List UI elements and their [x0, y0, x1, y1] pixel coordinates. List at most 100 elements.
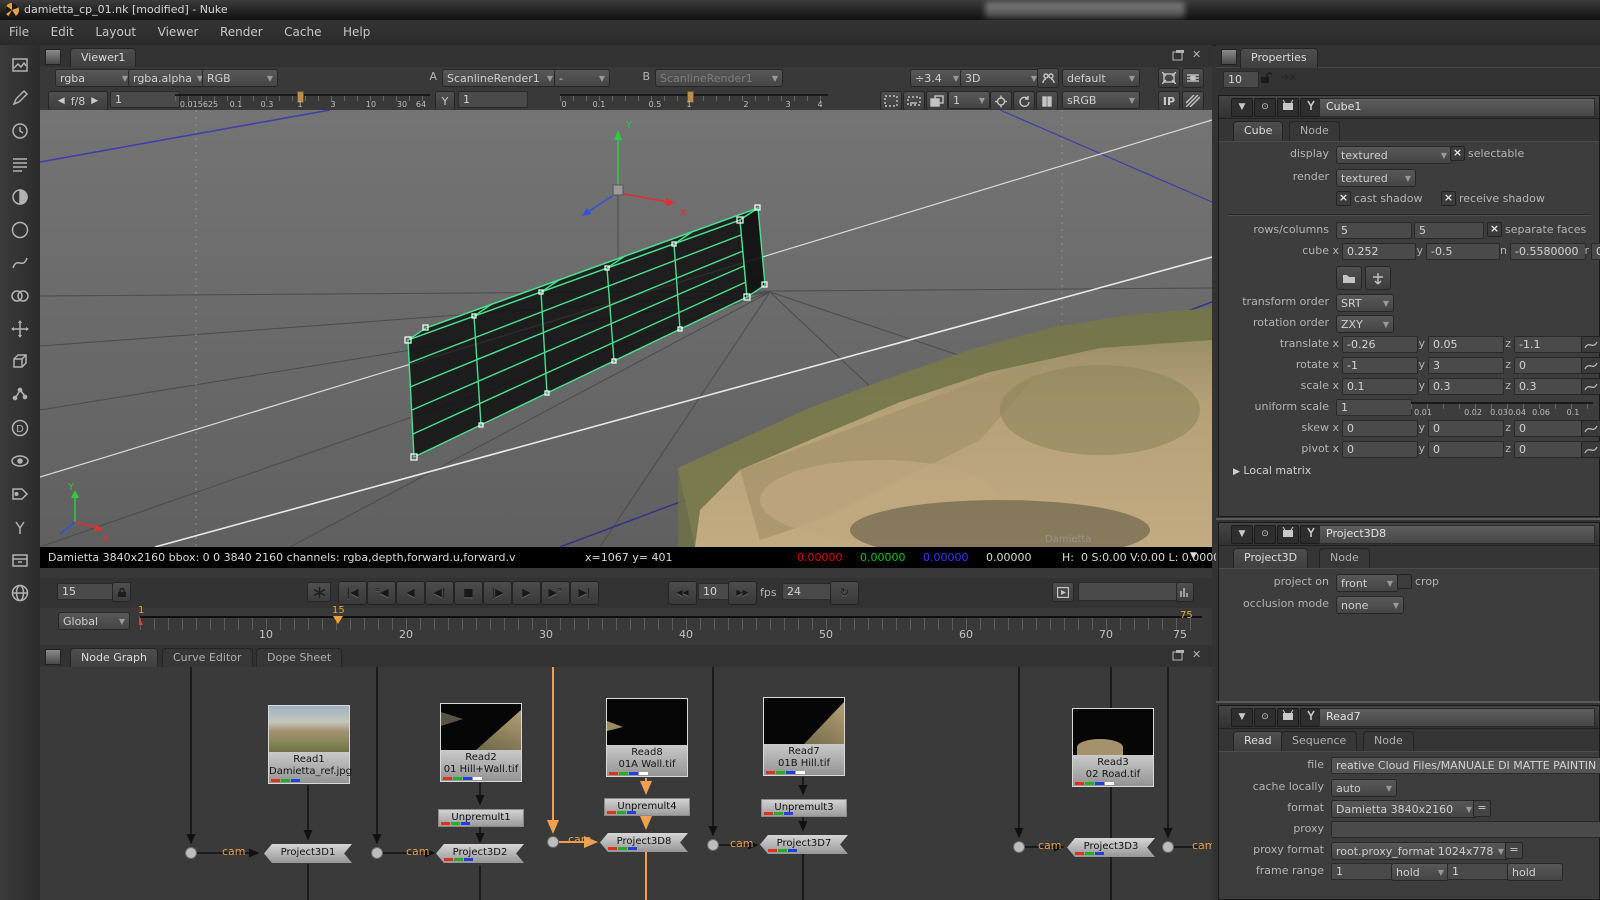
cube-r-field[interactable]: 0.: [1591, 243, 1600, 260]
rotate-z-field[interactable]: 0: [1514, 357, 1586, 374]
menu-edit[interactable]: Edit: [42, 20, 83, 39]
tab-properties[interactable]: Properties: [1240, 48, 1318, 68]
tab-node[interactable]: Node: [1319, 548, 1370, 568]
goto-end-button[interactable]: ▶|: [570, 581, 599, 605]
node-project3d8[interactable]: Project3D8: [600, 833, 688, 852]
pause-icon[interactable]: [1036, 91, 1058, 111]
uniform-scale-slider[interactable]: 0.01 0.02 0.03 0.04 0.06 0.1: [1411, 399, 1593, 415]
zoom-level-dropdown[interactable]: ÷3.4▼: [910, 69, 964, 87]
uniform-scale-field[interactable]: 1: [1336, 399, 1412, 416]
update-gear-icon[interactable]: [990, 91, 1012, 111]
close-panel-icon[interactable]: ✕: [1192, 648, 1201, 661]
folder-icon[interactable]: [1336, 266, 1362, 290]
merge-icon[interactable]: [6, 282, 34, 309]
archive-icon[interactable]: [6, 546, 34, 573]
metadata-icon[interactable]: [6, 480, 34, 507]
views-icon[interactable]: [6, 447, 34, 474]
file-path-field[interactable]: reative Cloud Files/MANUALE DI MATTE PAI…: [1331, 757, 1600, 774]
time-icon[interactable]: [6, 117, 34, 144]
nodegraph-canvas[interactable]: cam cam cam cam cam cam Read1Damietta_re…: [40, 667, 1212, 900]
deep-icon[interactable]: D: [6, 414, 34, 441]
scale-y-field[interactable]: 0.3: [1428, 378, 1504, 395]
panel-menu-icon[interactable]: [45, 649, 61, 665]
local-matrix-row[interactable]: ▶ Local matrix: [1219, 460, 1599, 481]
tab-node[interactable]: Node: [1289, 121, 1340, 141]
tab-node-graph[interactable]: Node Graph: [70, 648, 158, 668]
input-b-dropdown[interactable]: ScanlineRender1▼: [655, 69, 783, 87]
rotate-x-field[interactable]: -1: [1342, 357, 1418, 374]
view-mode-dropdown[interactable]: 3D▼: [960, 69, 1042, 87]
menu-help[interactable]: Help: [334, 20, 379, 39]
gain-field[interactable]: 1: [110, 91, 180, 108]
lock-range-icon[interactable]: [112, 582, 131, 602]
range-end-field[interactable]: 1: [1447, 863, 1509, 880]
node-project3d3[interactable]: Project3D3: [1067, 838, 1155, 857]
wipe-dropdown[interactable]: -▼: [554, 69, 610, 87]
render-dropdown[interactable]: textured▼: [1336, 169, 1416, 187]
keyer-icon[interactable]: [6, 249, 34, 276]
node-read2[interactable]: Read201 Hill+Wall.tif: [440, 703, 522, 782]
cube-y-field[interactable]: -0.5: [1426, 243, 1500, 260]
format-match-button[interactable]: =: [1473, 800, 1491, 817]
playhead-marker[interactable]: [333, 616, 343, 624]
viewer-lut-lock-dropdown[interactable]: default▼: [1062, 69, 1140, 87]
status-dropdown-icon[interactable]: ▼: [1190, 551, 1197, 561]
node-name-field[interactable]: Project3D8: [1319, 525, 1595, 544]
gamma-slider[interactable]: 0 0.1 0.5 1 2 3 4: [560, 91, 828, 107]
range-start-field[interactable]: 1: [1331, 863, 1393, 880]
skew-x-field[interactable]: 0: [1342, 420, 1418, 437]
separate-faces-checkbox[interactable]: ×: [1487, 222, 1502, 237]
step-back-button[interactable]: ◀|: [425, 581, 454, 605]
layer-dropdown[interactable]: rgba▼: [55, 69, 133, 87]
color-icon[interactable]: [6, 183, 34, 210]
fstop-control[interactable]: ◀f/8▶: [48, 91, 108, 111]
node-unpremult3[interactable]: Unpremult3: [761, 799, 847, 817]
tab-project3d[interactable]: Project3D: [1233, 548, 1308, 568]
panel-menu-icon[interactable]: [45, 49, 61, 65]
roi-marquee-icon[interactable]: [880, 91, 902, 111]
unlock-icon[interactable]: [1260, 71, 1272, 87]
display-dropdown[interactable]: textured▼: [1336, 146, 1452, 164]
stereo-camera-icon[interactable]: [1037, 68, 1059, 88]
selectable-checkbox[interactable]: ×: [1450, 146, 1465, 161]
close-all-panels-icon[interactable]: [1280, 71, 1296, 86]
fps-field[interactable]: 24: [782, 583, 832, 600]
viewport-3d[interactable]: Damietta: [40, 110, 1212, 547]
scale-x-field[interactable]: 0.1: [1342, 378, 1418, 395]
channel-display-dropdown[interactable]: RGB▼: [202, 69, 278, 87]
menu-layout[interactable]: Layout: [86, 20, 145, 39]
gamma-toggle[interactable]: Y: [435, 91, 455, 111]
pivot-y-field[interactable]: 0: [1428, 441, 1504, 458]
render-flipbook-icon[interactable]: [1052, 582, 1074, 602]
collapse-icon[interactable]: ▼: [1231, 525, 1253, 544]
tab-cube[interactable]: Cube: [1233, 121, 1283, 141]
proxy-field[interactable]: [1331, 821, 1600, 838]
collapse-icon[interactable]: ▼: [1231, 708, 1253, 727]
menu-viewer[interactable]: Viewer: [149, 20, 208, 39]
monitor-icon[interactable]: [1277, 98, 1299, 117]
node-read1[interactable]: Read1Damietta_ref.jpg: [268, 705, 350, 784]
prev-keyframe-button[interactable]: °◀: [367, 581, 396, 605]
proxy-format-dropdown[interactable]: root.proxy_format 1024x778▼: [1331, 842, 1509, 860]
loop-mode-button[interactable]: ↻: [830, 581, 859, 605]
animation-curve-icon[interactable]: [1581, 357, 1600, 374]
panel-menu-icon[interactable]: [1221, 49, 1237, 65]
cube-x-field[interactable]: 0.252: [1342, 243, 1416, 260]
image-icon[interactable]: [6, 51, 34, 78]
occlusion-mode-dropdown[interactable]: none▼: [1336, 596, 1404, 614]
new-viewer-window-icon[interactable]: [926, 91, 948, 111]
node-unpremult4[interactable]: Unpremult4: [604, 798, 690, 816]
translate-x-field[interactable]: -0.26: [1342, 336, 1418, 353]
cast-shadow-checkbox[interactable]: ×: [1336, 191, 1351, 206]
format-dropdown[interactable]: Damietta 3840x2160▼: [1331, 800, 1477, 818]
stop-button[interactable]: ■: [454, 581, 483, 605]
plugins-globe-icon[interactable]: [6, 579, 34, 606]
frame-all-icon[interactable]: [1158, 68, 1180, 88]
menu-file[interactable]: File: [0, 20, 38, 39]
snap-arrows-icon[interactable]: [1365, 266, 1391, 290]
next-keyframe-button[interactable]: ▶°: [541, 581, 570, 605]
translate-y-field[interactable]: 0.05: [1428, 336, 1504, 353]
cache-locally-dropdown[interactable]: auto▼: [1331, 779, 1397, 797]
timeline-settings-icon[interactable]: [1176, 582, 1194, 602]
after-hold-dropdown[interactable]: hold: [1507, 863, 1563, 881]
